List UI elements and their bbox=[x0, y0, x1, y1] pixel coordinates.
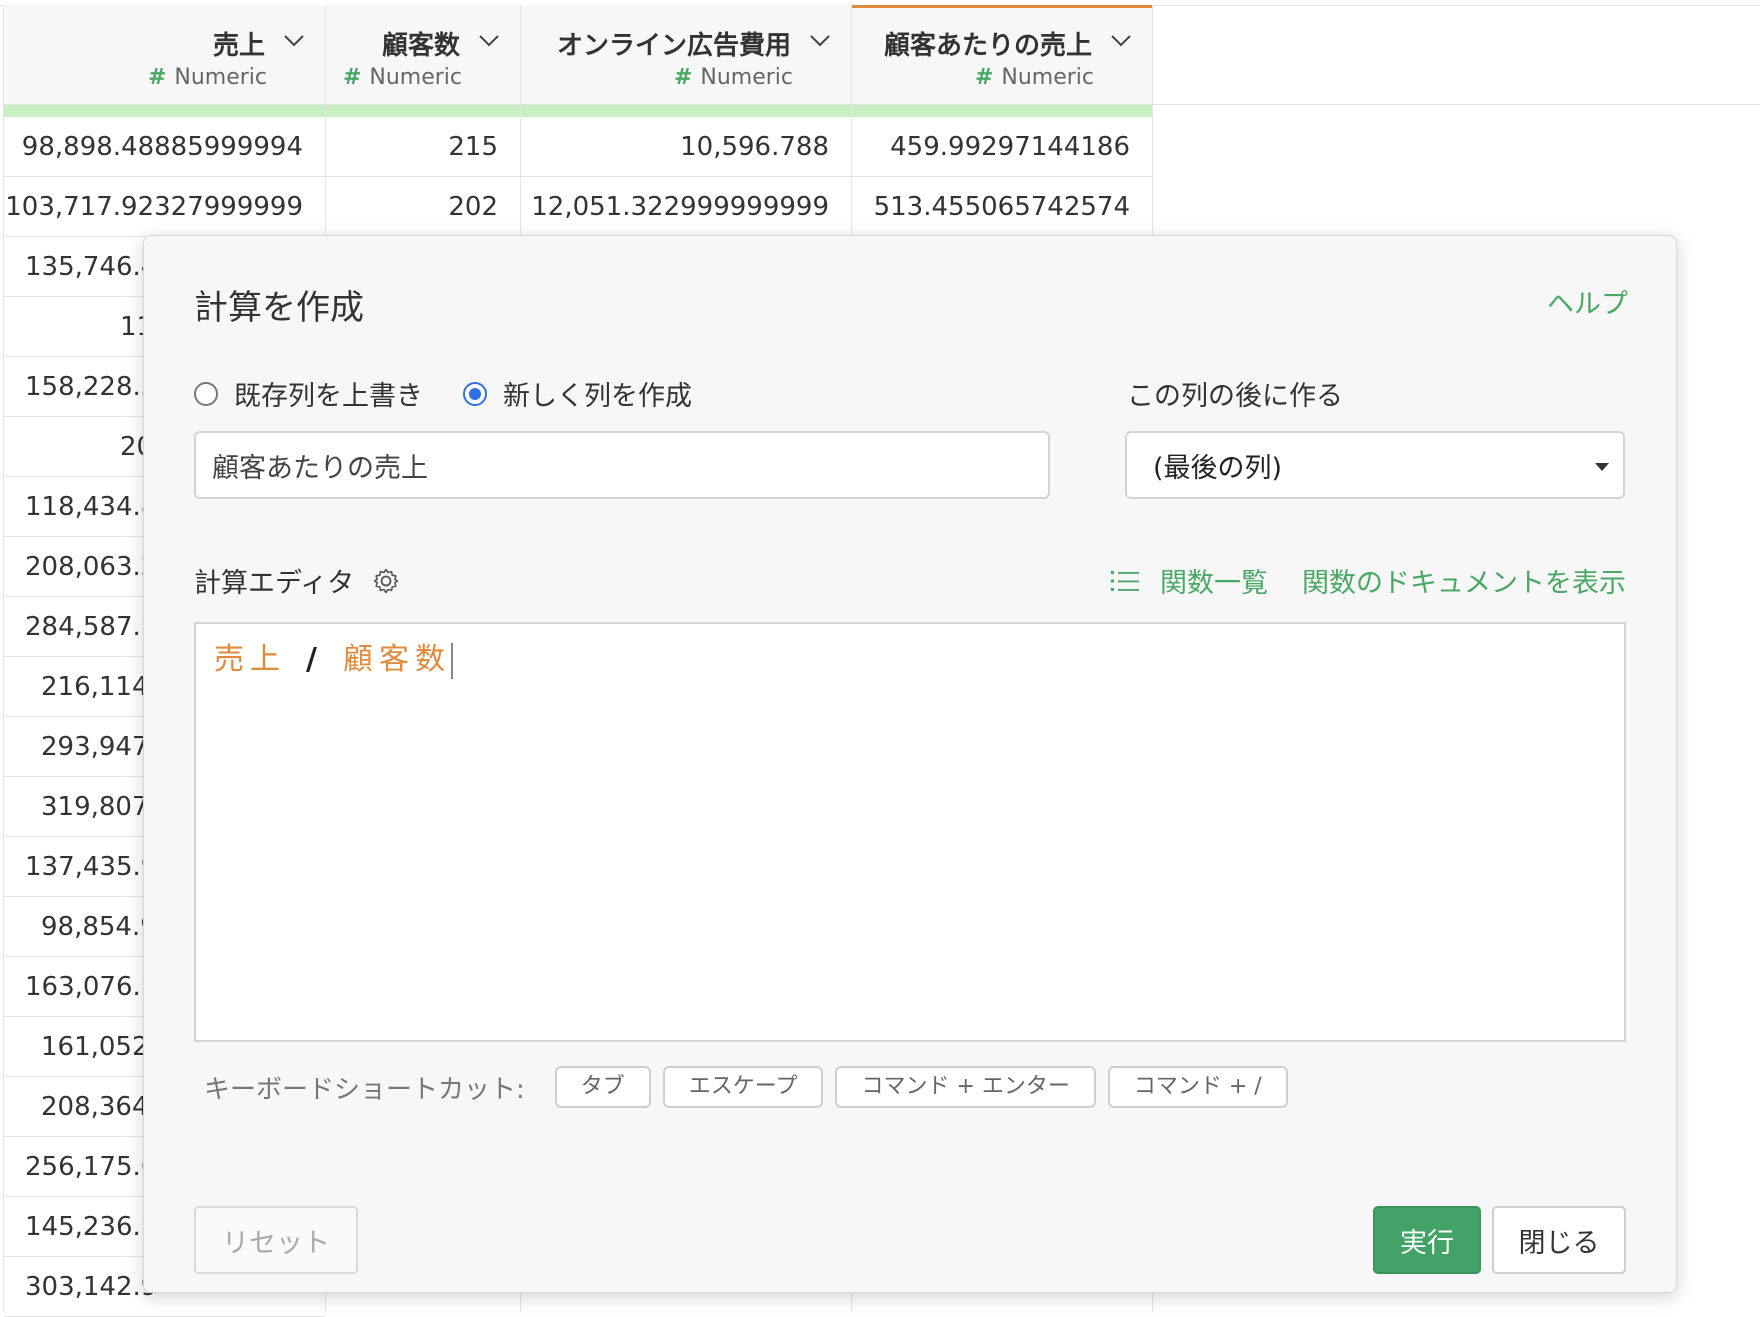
function-docs-link[interactable]: 関数のドキュメントを表示 bbox=[1302, 561, 1626, 600]
table-cell[interactable]: 215 bbox=[326, 117, 520, 177]
run-button[interactable]: 実行 bbox=[1373, 1206, 1481, 1274]
quality-bar bbox=[521, 105, 851, 117]
shortcut-key-command-enter: コマンド + エンター bbox=[835, 1066, 1096, 1108]
chevron-down-icon[interactable] bbox=[476, 27, 502, 53]
table-cell[interactable]: 98,898.48885999994 bbox=[4, 117, 325, 177]
shortcut-key-escape: エスケープ bbox=[662, 1066, 824, 1108]
help-link[interactable]: ヘルプ bbox=[1547, 282, 1628, 321]
column-header-sales[interactable]: 売上 # Numeric bbox=[4, 5, 325, 105]
expression: 売上 / 顧客数 bbox=[214, 634, 453, 679]
column-type: # Numeric bbox=[974, 65, 1094, 90]
chevron-down-icon[interactable] bbox=[807, 27, 833, 53]
chevron-down-icon[interactable] bbox=[281, 27, 307, 53]
radio-button[interactable] bbox=[194, 381, 218, 406]
quality-bar bbox=[326, 105, 520, 117]
column-header-ad-cost[interactable]: オンライン広告費用 # Numeric bbox=[521, 5, 851, 105]
new-column-name-input[interactable] bbox=[194, 431, 1050, 499]
close-button[interactable]: 閉じる bbox=[1492, 1206, 1626, 1274]
editor-label: 計算エディタ bbox=[194, 568, 355, 599]
editor-header: 計算エディタ bbox=[194, 561, 400, 600]
list-icon[interactable] bbox=[1110, 568, 1140, 594]
editor-links: 関数一覧 関数のドキュメントを表示 bbox=[1110, 561, 1626, 600]
table-cell[interactable]: 202 bbox=[326, 177, 520, 237]
radio-new-column[interactable]: 新しく列を作成 bbox=[463, 374, 692, 413]
shortcut-key-command-slash: コマンド + / bbox=[1107, 1066, 1288, 1108]
table-cell[interactable]: 459.99297144186 bbox=[852, 117, 1152, 177]
column-type: # Numeric bbox=[342, 65, 462, 90]
reset-button[interactable]: リセット bbox=[194, 1206, 358, 1274]
calculation-editor[interactable]: 売上 / 顧客数 bbox=[194, 622, 1626, 1042]
text-cursor bbox=[450, 642, 453, 679]
shortcut-key-tab: タブ bbox=[554, 1066, 651, 1108]
create-calculation-dialog: 計算を作成 ヘルプ 既存列を上書き 新しく列を作成 この列の後に作る (最後の列… bbox=[143, 235, 1677, 1293]
chevron-down-icon[interactable] bbox=[1108, 27, 1134, 53]
radio-overwrite-column[interactable]: 既存列を上書き bbox=[194, 374, 423, 413]
table-cell[interactable]: 513.455065742574 bbox=[852, 177, 1152, 237]
column-header-sales-per-customer[interactable]: 顧客あたりの売上 # Numeric bbox=[852, 5, 1152, 105]
insert-after-label: この列の後に作る bbox=[1127, 381, 1343, 412]
dialog-title: 計算を作成 bbox=[194, 288, 364, 328]
radio-label: 既存列を上書き bbox=[234, 381, 423, 412]
gear-icon[interactable] bbox=[372, 567, 400, 595]
column-title: 顧客数 bbox=[381, 31, 460, 61]
table-cell[interactable]: 12,051.322999999999 bbox=[521, 177, 851, 237]
column-type: # Numeric bbox=[147, 65, 267, 90]
caret-down-icon bbox=[1595, 463, 1609, 471]
table-cell[interactable]: 10,596.788 bbox=[521, 117, 851, 177]
table-cell[interactable]: 103,717.92327999999 bbox=[4, 177, 325, 237]
column-title: 売上 bbox=[212, 31, 265, 61]
column-type: # Numeric bbox=[673, 65, 793, 90]
select-value: (最後の列) bbox=[1153, 452, 1283, 484]
quality-bar bbox=[852, 105, 1152, 117]
column-token: 売上 bbox=[214, 642, 286, 677]
radio-label: 新しく列を作成 bbox=[503, 381, 692, 412]
function-list-link[interactable]: 関数一覧 bbox=[1160, 561, 1268, 600]
column-title: オンライン広告費用 bbox=[556, 31, 791, 61]
column-token: 顧客数 bbox=[342, 642, 451, 677]
keyboard-shortcuts: キーボードショートカット: タブ エスケープ コマンド + エンター コマンド … bbox=[204, 1066, 1300, 1108]
radio-button-checked[interactable] bbox=[463, 381, 487, 406]
operator-token: / bbox=[306, 642, 323, 677]
column-header-customers[interactable]: 顧客数 # Numeric bbox=[326, 5, 520, 105]
quality-bar bbox=[4, 105, 325, 117]
shortcut-label: キーボードショートカット: bbox=[204, 1074, 525, 1105]
table-header-border bbox=[1153, 104, 1760, 105]
column-title: 顧客あたりの売上 bbox=[883, 31, 1092, 61]
insert-after-select[interactable]: (最後の列) bbox=[1125, 431, 1625, 499]
column-mode-radio-group: 既存列を上書き 新しく列を作成 bbox=[194, 374, 732, 413]
